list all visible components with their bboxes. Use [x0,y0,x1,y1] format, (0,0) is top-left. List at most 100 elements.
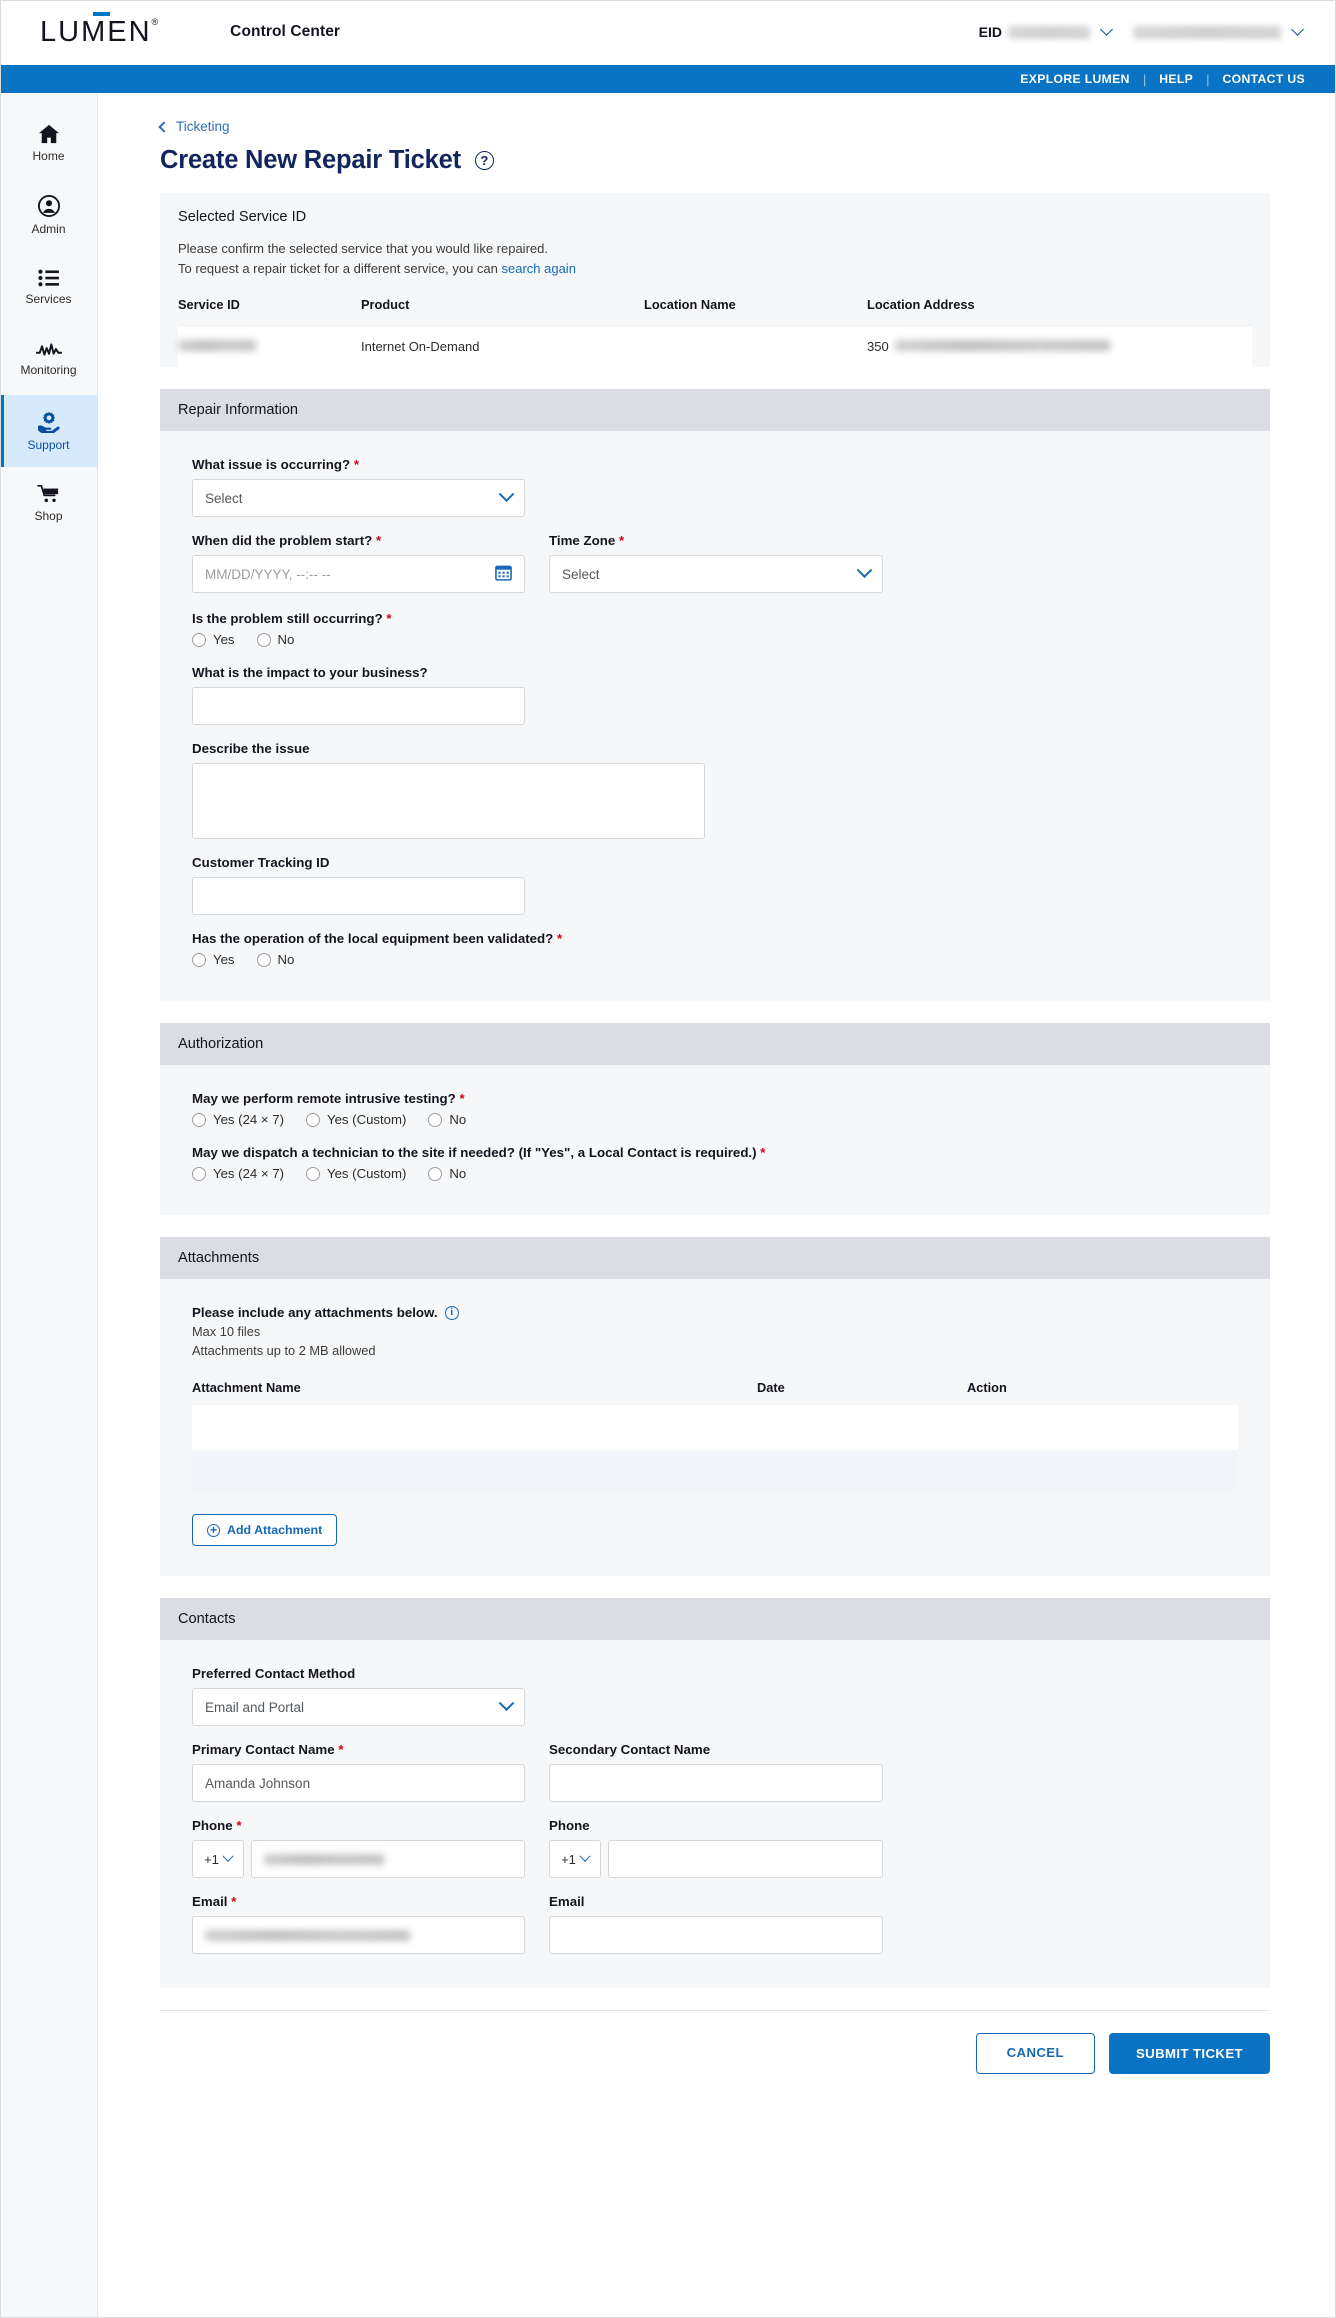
radio-label: Yes (Custom) [327,1166,407,1182]
user-circle-icon [37,194,60,217]
nav-link-contact-us[interactable]: CONTACT US [1210,72,1319,86]
field-describe-issue: Describe the issue [192,741,1238,840]
radio-dispatch-yes-24x7[interactable]: Yes (24 × 7) [192,1166,284,1181]
radio-equipment-validated-yes[interactable]: Yes [192,952,235,967]
secondary-phone-input[interactable] [608,1840,883,1879]
time-zone-select[interactable]: Select [549,555,883,594]
describe-issue-textarea[interactable] [192,763,705,840]
label-text: What issue is occurring? [192,457,351,473]
breadcrumb-label: Ticketing [176,119,230,134]
primary-phone-group: +1 [192,1840,525,1879]
radio-dispatch-no[interactable]: No [428,1166,466,1181]
chevron-down-icon [498,1695,515,1711]
problem-start-datetime-input[interactable]: MM/DD/YYYY, --:-- -- [192,555,525,594]
repair-information-card: Repair Information What issue is occurri… [160,389,1270,1002]
radio-circle-icon [192,1112,206,1127]
cancel-button[interactable]: CANCEL [975,2033,1095,2075]
table-header-row: Service ID Product Location Name Locatio… [178,297,1252,326]
selected-service-card: Selected Service ID Please confirm the s… [160,193,1270,368]
preferred-contact-method-select[interactable]: Email and Portal [192,1688,525,1727]
submit-ticket-button[interactable]: SUBMIT TICKET [1108,2033,1270,2075]
radio-still-occurring-yes[interactable]: Yes [192,632,235,647]
secondary-phone-country-code-select[interactable]: +1 [549,1840,601,1879]
secondary-contact-name-input[interactable] [549,1764,883,1803]
calendar-icon[interactable] [495,564,512,584]
radio-remote-testing-yes-24x7[interactable]: Yes (24 × 7) [192,1112,284,1127]
label-still-occurring: Is the problem still occurring? * [192,611,1238,626]
radio-still-occurring-no[interactable]: No [256,632,294,647]
help-icon[interactable]: ? [474,151,494,170]
selected-service-heading: Selected Service ID [160,193,1270,225]
sidebar-item-shop[interactable]: Shop [0,467,97,539]
radio-remote-testing-no[interactable]: No [428,1112,466,1127]
service-note-line-2-prefix: To request a repair ticket for a differe… [178,261,502,277]
sidebar-item-monitoring[interactable]: Monitoring [0,323,97,395]
add-attachment-button[interactable]: + Add Attachment [192,1514,338,1547]
label-text: May we perform remote intrusive testing? [192,1091,456,1107]
radio-dispatch-yes-custom[interactable]: Yes (Custom) [306,1166,406,1181]
service-note-line-1: Please confirm the selected service that… [178,241,548,256]
radio-equipment-validated-no[interactable]: No [256,952,294,967]
radio-circle-icon [256,632,271,647]
column-header-location-address: Location Address [867,297,975,313]
breadcrumb[interactable]: Ticketing [158,119,1336,134]
row-problem-start-timezone: When did the problem start? * MM/DD/YYYY… [192,533,1238,594]
support-hand-gear-icon [37,411,61,433]
cart-icon [36,484,61,504]
label-secondary-email: Email [549,1894,585,1910]
radio-circle-icon [192,952,206,967]
lumen-logo[interactable]: LUMEN ® [40,11,158,47]
required-marker: * [760,1145,766,1161]
sidebar-item-admin[interactable]: Admin [0,179,97,251]
required-marker: * [338,1742,344,1758]
attachments-card: Attachments Please include any attachmen… [160,1237,1270,1577]
authorization-card: Authorization May we perform remote intr… [160,1023,1270,1216]
column-header-action: Action [967,1380,1007,1396]
issue-occurring-select[interactable]: Select [192,479,525,518]
radio-label: Yes (Custom) [327,1112,407,1128]
label-customer-tracking-id: Customer Tracking ID [192,855,330,871]
column-header-service-id: Service ID [178,297,240,313]
account-selector[interactable] [1127,23,1318,39]
primary-phone-country-code-select[interactable]: +1 [192,1840,244,1879]
chevron-down-icon [498,486,515,502]
eid-selector[interactable]: EID [979,23,1127,40]
sidebar-item-support[interactable]: Support [0,395,97,467]
row-contact-names: Primary Contact Name * Amanda Johnson Se… [192,1742,1238,1803]
nav-link-help[interactable]: HELP [1146,72,1206,86]
sidebar-item-label: Shop [34,508,63,523]
radio-remote-testing-yes-custom[interactable]: Yes (Custom) [306,1112,406,1127]
field-primary-email: Email * [192,1894,525,1955]
label-issue-occurring: What issue is occurring? * [192,457,1238,472]
footer-actions: CANCEL SUBMIT TICKET [98,2011,1336,2104]
page-title: Create New Repair Ticket [160,146,461,174]
sidebar-item-services[interactable]: Services [0,251,97,323]
chevron-down-icon[interactable] [1291,23,1304,36]
repair-information-heading: Repair Information [160,389,1270,432]
label-time-zone: Time Zone * [549,533,883,548]
location-address-redacted [894,340,1110,352]
column-header-product: Product [361,297,410,313]
required-marker: * [618,533,625,549]
home-icon [38,124,60,144]
nav-link-explore-lumen[interactable]: EXPLORE LUMEN [1007,72,1143,86]
primary-email-input[interactable] [192,1916,525,1955]
account-value-redacted [1133,25,1281,39]
attachments-stripe-row [192,1450,1238,1495]
label-text: Primary Contact Name [192,1742,335,1758]
field-secondary-contact-name: Secondary Contact Name [549,1742,883,1803]
primary-country-code-value: +1 [204,1851,219,1867]
info-icon[interactable]: i [444,1305,459,1320]
primary-phone-input[interactable] [251,1840,525,1879]
secondary-email-input[interactable] [549,1916,883,1955]
label-primary-email: Email * [192,1894,525,1909]
field-primary-contact-name: Primary Contact Name * Amanda Johnson [192,1742,525,1803]
primary-contact-name-input[interactable]: Amanda Johnson [192,1764,525,1803]
chevron-down-icon[interactable] [1100,23,1113,36]
sidebar-item-home[interactable]: Home [0,107,97,179]
customer-tracking-id-input[interactable] [192,877,525,916]
business-impact-input[interactable] [192,687,525,726]
sidebar-item-label: Services [25,291,72,306]
row-phones: Phone * +1 Phone +1 [192,1818,1238,1879]
search-again-link[interactable]: search again [501,261,575,276]
